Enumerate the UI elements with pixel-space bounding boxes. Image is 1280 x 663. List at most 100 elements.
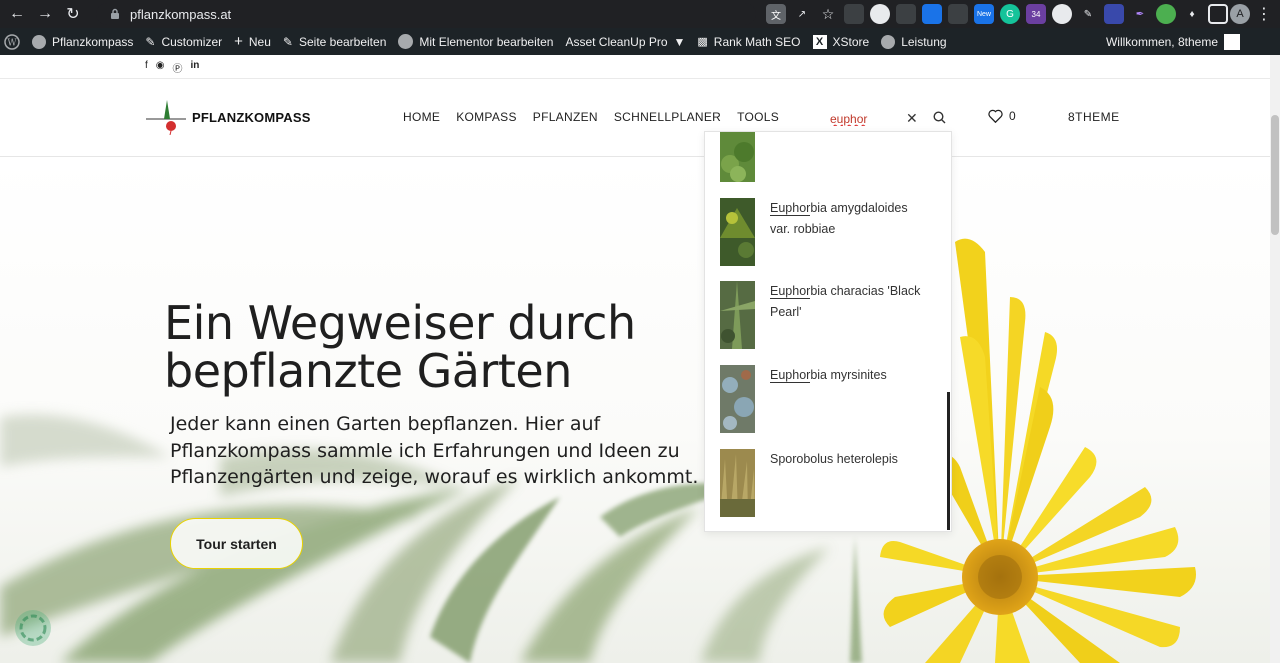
funnel-icon: ▼ (673, 34, 686, 49)
nav-item-tools[interactable]: TOOLS (737, 110, 779, 124)
admin-item-label: Leistung (901, 34, 947, 49)
translate-icon[interactable]: 文 (766, 4, 786, 24)
reload-icon[interactable]: ↻ (62, 3, 84, 25)
result-thumbnail (720, 198, 755, 266)
hero-section: Ein Wegweiser durch bepflanzte Gärten Je… (0, 157, 1270, 663)
nav-item-home[interactable]: HOME (403, 110, 440, 124)
result-name: Euphorbia amygdaloides var. robbiae (770, 201, 908, 236)
dropdown-scrollbar[interactable] (947, 392, 950, 530)
site-header: PFLANZKOMPASS HOME KOMPASS PFLANZEN SCHN… (0, 79, 1270, 157)
admin-account[interactable]: Willkommen, 8theme (1106, 28, 1240, 55)
wordpress-logo-icon[interactable]: W (4, 28, 20, 55)
search-result-item[interactable]: Euphorbia myrsinites (720, 365, 940, 433)
bookmark-star-icon[interactable]: ☆ (818, 4, 838, 24)
profile-avatar[interactable]: A (1230, 4, 1250, 24)
top-social-strip: f ◉ Ⓟ in (0, 55, 1270, 79)
admin-item-label: Rank Math SEO (713, 34, 801, 49)
search-result-item[interactable]: Euphorbia characias 'Black Pearl' (720, 281, 940, 349)
search-result-item[interactable]: Euphorbia amygdaloides var. robbiae (720, 198, 940, 266)
page-scrollbar[interactable] (1270, 55, 1280, 663)
result-thumbnail (720, 365, 755, 433)
pen-icon[interactable]: ✎ (1078, 4, 1098, 24)
url-text: pflanzkompass.at (130, 6, 232, 22)
admin-item-label: Asset CleanUp Pro (565, 34, 668, 49)
search-icon[interactable] (933, 111, 946, 124)
pencil-icon: ✎ (282, 34, 293, 49)
hero-description: Jeder kann einen Garten bepflanzen. Hier… (170, 413, 699, 488)
admin-item-label: Neu (248, 34, 271, 49)
address-bar[interactable]: pflanzkompass.at (96, 3, 756, 25)
admin-item-label: Mit Elementor bearbeiten (419, 34, 554, 49)
admin-item-edit-page[interactable]: ✎ Seite bearbeiten (283, 28, 386, 55)
result-name: Euphorbia characias 'Black Pearl' (770, 284, 921, 319)
admin-item-elementor[interactable]: Mit Elementor bearbeiten (398, 28, 553, 55)
header-search: ✕ (830, 110, 948, 128)
calendar-icon[interactable] (922, 4, 942, 24)
nav-item-kompass[interactable]: KOMPASS (456, 110, 517, 124)
wishlist-count: 0 (1009, 109, 1016, 123)
grammarly-icon[interactable]: G (1000, 4, 1020, 24)
search-result-item[interactable] (720, 132, 940, 182)
admin-avatar (1224, 33, 1240, 50)
hero-title: Ein Wegweiser durch bepflanzte Gärten (164, 296, 636, 398)
screen-capture-icon[interactable] (1104, 4, 1124, 24)
extensions-bar: 文 ↗ ☆ New G 34 ✎ ✒ ♦ (766, 4, 1228, 24)
admin-item-xstore[interactable]: X XStore (812, 28, 870, 55)
facebook-icon[interactable]: f (145, 60, 148, 75)
admin-item-performance[interactable]: Leistung (881, 28, 947, 55)
account-link[interactable]: 8THEME (1068, 110, 1120, 124)
eye-icon[interactable] (1156, 4, 1176, 24)
admin-item-new[interactable]: + Neu (234, 28, 271, 55)
brush-icon: ✎ (145, 34, 156, 49)
feather-icon[interactable]: ✒ (1130, 4, 1150, 24)
car-icon[interactable] (896, 4, 916, 24)
clear-search-icon[interactable]: ✕ (906, 110, 918, 127)
search-result-item[interactable]: Sporobolus heterolepis (720, 449, 940, 517)
admin-item-asset-cleanup[interactable]: Asset CleanUp Pro ▼ (565, 28, 685, 55)
puzzle-icon[interactable]: ♦ (1182, 4, 1202, 24)
lock-icon (111, 8, 119, 19)
admin-welcome: Willkommen, 8theme (1105, 34, 1218, 49)
nav-item-pflanzen[interactable]: PFLANZEN (533, 110, 598, 124)
home-icon (32, 34, 46, 49)
moon-icon[interactable] (1052, 4, 1072, 24)
page-scrollbar-thumb[interactable] (1271, 115, 1279, 235)
admin-item-site[interactable]: Pflanzkompass (32, 28, 133, 55)
linkedin-icon[interactable]: in (191, 60, 200, 75)
result-name: Euphorbia myrsinites (770, 368, 887, 383)
gauge-icon (881, 34, 896, 49)
forward-icon[interactable]: → (34, 3, 56, 25)
admin-item-label: Pflanzkompass (52, 34, 134, 49)
compass-logo-icon (146, 100, 186, 135)
search-input[interactable] (830, 112, 900, 126)
admin-item-label: XStore (832, 34, 870, 49)
pinterest-icon[interactable]: Ⓟ (173, 60, 183, 75)
hero-background-image (0, 238, 1196, 663)
chart-icon: ▩ (697, 36, 708, 48)
back-icon[interactable]: ← (6, 3, 28, 25)
result-name (770, 132, 930, 182)
browser-toolbar: ← → ↻ pflanzkompass.at 文 ↗ ☆ New G 34 ✎ … (0, 0, 1280, 28)
elementor-icon (398, 34, 414, 49)
sidepanel-icon[interactable] (1208, 4, 1228, 24)
new-badge-icon[interactable]: New (974, 4, 994, 24)
share-icon[interactable]: ↗ (792, 4, 812, 24)
recycle-badge-icon[interactable] (14, 609, 52, 647)
count-badge-icon[interactable]: 34 (1026, 4, 1046, 24)
camera-icon[interactable] (948, 4, 968, 24)
result-thumbnail (720, 449, 755, 517)
globe-icon[interactable] (870, 4, 890, 24)
site-logo[interactable]: PFLANZKOMPASS (146, 99, 311, 135)
admin-item-rank-math[interactable]: ▩ Rank Math SEO (697, 28, 800, 55)
result-thumbnail (720, 132, 755, 182)
tour-start-button[interactable]: Tour starten (170, 518, 303, 569)
instagram-icon[interactable]: ◉ (156, 60, 165, 75)
result-name: Sporobolus heterolepis (770, 452, 898, 466)
search-results-dropdown: Euphorbia amygdaloides var. robbiae Euph… (704, 131, 952, 532)
browser-menu-icon[interactable]: ⋮ (1256, 4, 1272, 24)
admin-item-customizer[interactable]: ✎ Customizer (145, 28, 222, 55)
plus-icon: + (234, 33, 243, 50)
extension-icon[interactable] (844, 4, 864, 24)
wishlist-link[interactable]: 0 (988, 109, 1016, 123)
nav-item-schnellplaner[interactable]: SCHNELLPLANER (614, 110, 721, 124)
